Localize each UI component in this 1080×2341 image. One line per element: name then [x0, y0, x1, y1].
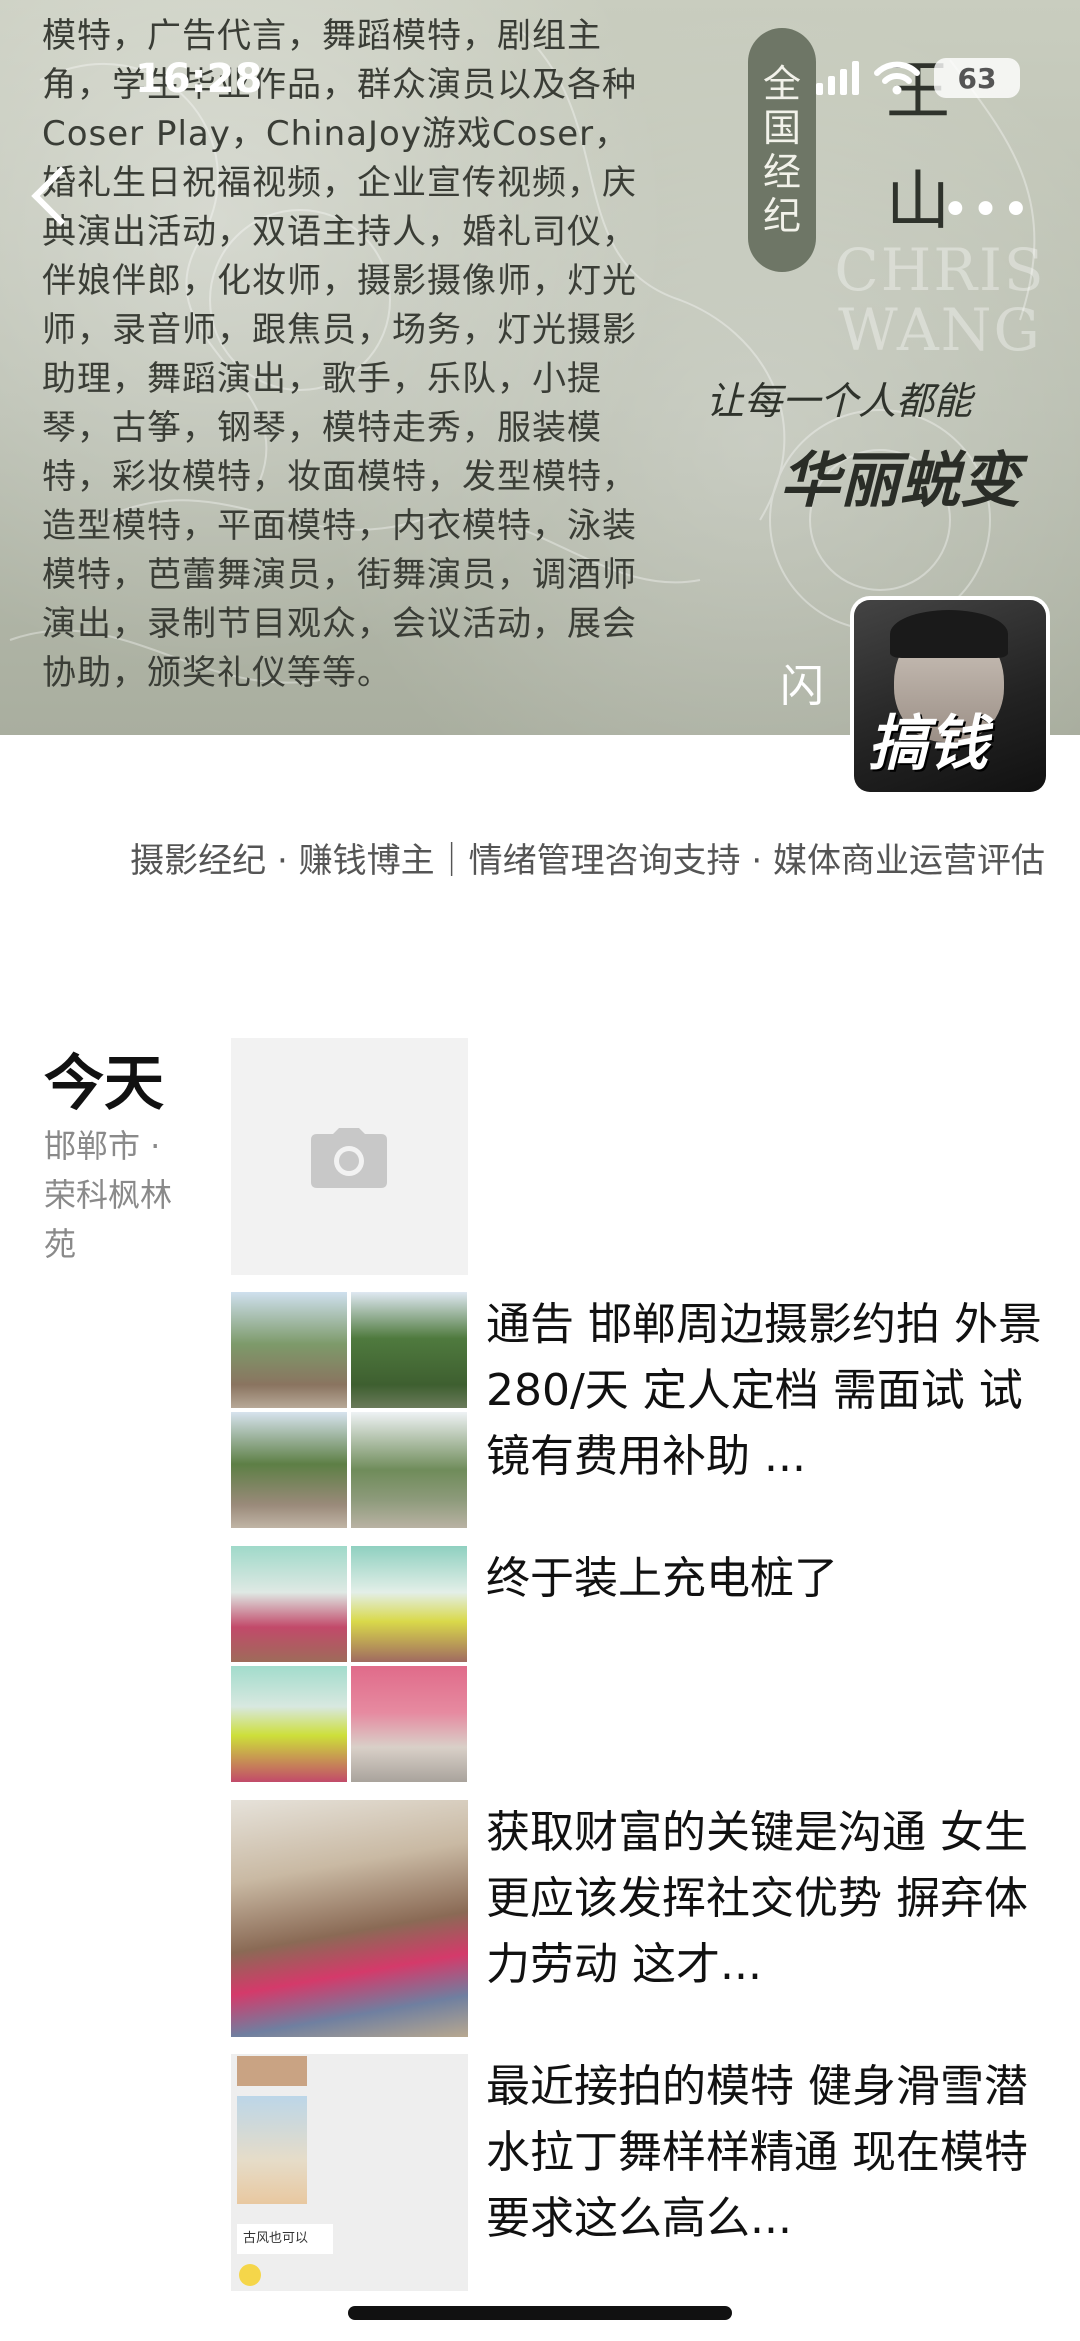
photo-charger-4	[351, 1666, 467, 1782]
emoji-icon	[239, 2264, 261, 2286]
feed-location: 邯郸市 · 荣科枫林苑	[44, 1127, 173, 1263]
photo-outdoor-4	[351, 1412, 467, 1528]
photo-caption: 古风也可以	[237, 2224, 333, 2254]
feed-post[interactable]: 通告 邯郸周边摄影约拍 外景 280/天 定人定档 需面试 试镜有费用补助 ..…	[231, 1292, 1051, 1529]
brand-line: WANG	[838, 296, 1042, 364]
post-text: 最近接拍的模特 健身滑雪潜水拉丁舞样样精通 现在模特要求这么高么...	[486, 2061, 1028, 2244]
flash-label: 闪	[780, 661, 824, 712]
battery-indicator: 63	[934, 58, 1020, 98]
wifi-icon	[874, 61, 920, 95]
photo-charger-1	[231, 1546, 347, 1662]
badge-char: 国	[762, 106, 801, 150]
avatar[interactable]: 搞钱	[854, 600, 1046, 792]
home-indicator[interactable]	[348, 2306, 732, 2320]
badge-char: 经	[762, 150, 801, 194]
post-text: 获取财富的关键是沟通 女生更应该发挥社交优势 摒弃体力劳动 这才...	[486, 1807, 1028, 1990]
more-options-icon[interactable]: •••	[941, 182, 1032, 238]
avatar-hair	[890, 610, 1008, 658]
photo-outdoor-2	[351, 1292, 467, 1408]
new-post-button[interactable]	[231, 1038, 468, 1275]
feed-post[interactable]: 终于装上充电桩了	[231, 1546, 1051, 1783]
post-thumbnail	[231, 1800, 468, 2037]
feed-post[interactable]: 古风也可以 最近接拍的模特 健身滑雪潜水拉丁舞样样精通 现在模特要求这么高么..…	[231, 2054, 1051, 2291]
post-thumbnail	[231, 1292, 468, 1529]
avatar-caption: 搞钱	[868, 709, 988, 779]
post-text: 通告 邯郸周边摄影约拍 外景 280/天 定人定档 需面试 试镜有费用补助 ..…	[486, 1299, 1042, 1482]
feed-post[interactable]: 获取财富的关键是沟通 女生更应该发挥社交优势 摒弃体力劳动 这才...	[231, 1800, 1051, 2037]
cover-brand: CHRIS WANG	[820, 240, 1060, 360]
signal-icon	[816, 61, 859, 95]
status-time: 16:28	[135, 56, 263, 102]
brand-line: CHRIS	[834, 236, 1046, 304]
post-text: 终于装上充电桩了	[486, 1553, 838, 1604]
camera-icon	[311, 1128, 387, 1188]
photo-charger-2	[351, 1546, 467, 1662]
photo-outdoor-3	[231, 1412, 347, 1528]
feed-day-label: 今天	[44, 1049, 164, 1119]
photo-charger-3	[231, 1666, 347, 1782]
cover-slogan-bold: 华丽蜕变	[780, 446, 1020, 516]
post-thumbnail	[231, 1546, 468, 1783]
photo-strip	[237, 2056, 307, 2086]
profile-bio: 摄影经纪 · 赚钱博主｜情绪管理咨询支持 · 媒体商业运营评估	[130, 841, 1045, 881]
cover-slogan: 让每一个人都能	[706, 379, 973, 423]
photo-outdoor-1	[231, 1292, 347, 1408]
badge-char: 纪	[762, 194, 801, 238]
status-icons: 63	[816, 58, 1020, 98]
post-thumbnail: 古风也可以	[231, 2054, 468, 2291]
status-bar: 16:28 63	[0, 52, 1080, 112]
photo-model	[237, 2096, 307, 2204]
cover-description: 模特，广告代言，舞蹈模特，剧组主角，学生毕业作品，群众演员以及各种Coser P…	[42, 16, 637, 693]
